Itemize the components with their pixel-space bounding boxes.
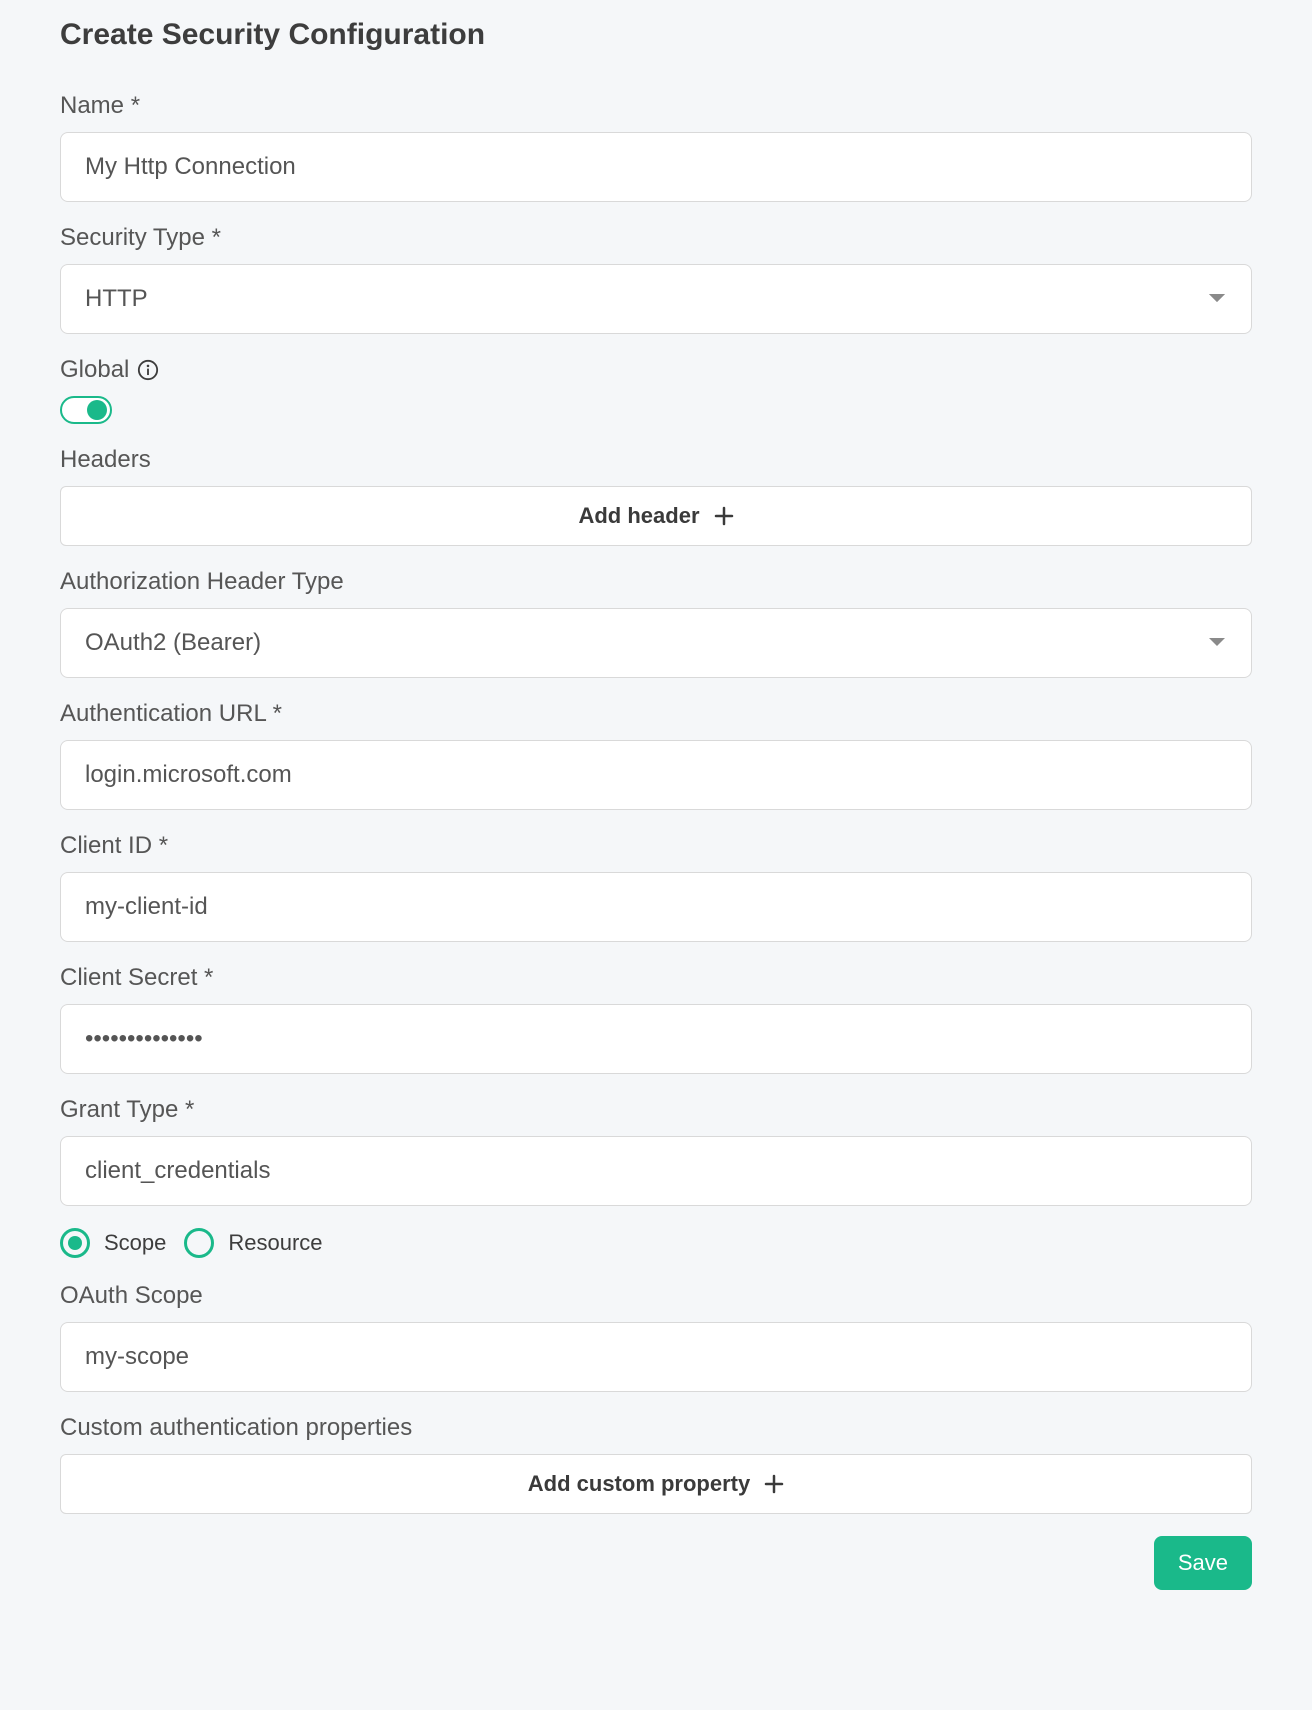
grant-type-input[interactable] xyxy=(60,1136,1252,1206)
name-label: Name * xyxy=(60,92,1252,120)
client-secret-label: Client Secret * xyxy=(60,964,1252,992)
scope-radio[interactable]: Scope xyxy=(60,1228,166,1258)
auth-url-field-group: Authentication URL * xyxy=(60,700,1252,810)
headers-label: Headers xyxy=(60,446,1252,474)
name-input[interactable] xyxy=(60,132,1252,202)
oauth-scope-input[interactable] xyxy=(60,1322,1252,1392)
toggle-knob xyxy=(87,400,107,420)
global-field-group: Global xyxy=(60,356,1252,424)
security-type-label: Security Type * xyxy=(60,224,1252,252)
plus-icon xyxy=(764,1474,784,1494)
global-label-text: Global xyxy=(60,356,129,384)
add-header-button-label: Add header xyxy=(578,503,699,529)
auth-header-type-field-group: Authorization Header Type OAuth2 (Bearer… xyxy=(60,568,1252,678)
client-id-field-group: Client ID * xyxy=(60,832,1252,942)
headers-field-group: Headers Add header xyxy=(60,446,1252,546)
auth-header-type-select[interactable]: OAuth2 (Bearer) xyxy=(60,608,1252,678)
name-field-group: Name * xyxy=(60,92,1252,202)
auth-header-type-label: Authorization Header Type xyxy=(60,568,1252,596)
radio-unselected-icon xyxy=(184,1228,214,1258)
global-toggle[interactable] xyxy=(60,396,112,424)
auth-url-label: Authentication URL * xyxy=(60,700,1252,728)
grant-type-label: Grant Type * xyxy=(60,1096,1252,1124)
client-secret-field-group: Client Secret * xyxy=(60,964,1252,1074)
custom-auth-props-field-group: Custom authentication properties Add cus… xyxy=(60,1414,1252,1514)
client-secret-input[interactable] xyxy=(60,1004,1252,1074)
client-id-input[interactable] xyxy=(60,872,1252,942)
resource-radio-label: Resource xyxy=(228,1230,322,1256)
scope-resource-radio-group: Scope Resource xyxy=(60,1228,1252,1258)
save-button-row: Save xyxy=(60,1536,1252,1590)
radio-selected-icon xyxy=(60,1228,90,1258)
security-type-select[interactable]: HTTP xyxy=(60,264,1252,334)
resource-radio[interactable]: Resource xyxy=(184,1228,322,1258)
info-icon[interactable] xyxy=(137,359,159,381)
security-type-field-group: Security Type * HTTP xyxy=(60,224,1252,334)
save-button[interactable]: Save xyxy=(1154,1536,1252,1590)
auth-url-input[interactable] xyxy=(60,740,1252,810)
plus-icon xyxy=(714,506,734,526)
page-title: Create Security Configuration xyxy=(60,18,1252,52)
global-label: Global xyxy=(60,356,1252,384)
client-id-label: Client ID * xyxy=(60,832,1252,860)
oauth-scope-field-group: OAuth Scope xyxy=(60,1282,1252,1392)
oauth-scope-label: OAuth Scope xyxy=(60,1282,1252,1310)
custom-auth-props-label: Custom authentication properties xyxy=(60,1414,1252,1442)
add-custom-property-button[interactable]: Add custom property xyxy=(60,1454,1252,1514)
grant-type-field-group: Grant Type * xyxy=(60,1096,1252,1206)
add-custom-property-button-label: Add custom property xyxy=(528,1471,750,1497)
add-header-button[interactable]: Add header xyxy=(60,486,1252,546)
scope-radio-label: Scope xyxy=(104,1230,166,1256)
